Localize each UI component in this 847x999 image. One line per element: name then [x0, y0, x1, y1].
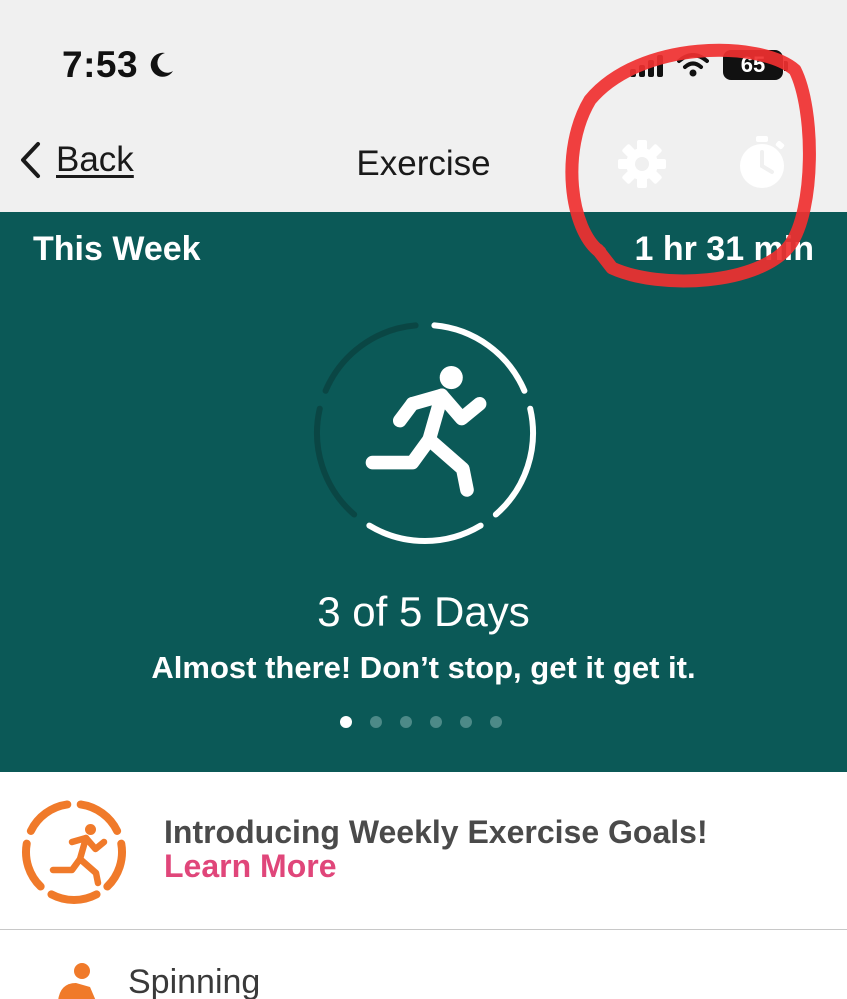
page-dot[interactable] — [340, 716, 352, 728]
header-area: 7:53 65 Back Exercise — [0, 0, 847, 212]
learn-more-link[interactable]: Learn More — [164, 848, 336, 885]
page-indicator[interactable] — [340, 716, 502, 728]
motivation-message: Almost there! Don’t stop, get it get it. — [151, 650, 696, 685]
weekly-goals-promo[interactable]: Introducing Weekly Exercise Goals! Learn… — [0, 772, 847, 930]
battery-level: 65 — [740, 52, 766, 77]
days-progress-text: 3 of 5 Days — [317, 588, 530, 635]
page-dot[interactable] — [370, 716, 382, 728]
ring-segment-complete — [492, 405, 536, 518]
status-time: 7:53 — [62, 44, 176, 86]
moon-icon — [150, 52, 174, 77]
progress-ring — [314, 322, 536, 544]
page-dot[interactable] — [430, 716, 442, 728]
ring-segment-complete — [22, 839, 45, 891]
promo-ring — [22, 800, 126, 904]
ring-segment-complete — [26, 800, 72, 835]
activity-label: Spinning — [128, 963, 261, 999]
exercise-goal-icon — [22, 800, 126, 904]
total-time: 1 hr 31 min — [634, 230, 814, 268]
ring-segment-complete — [366, 522, 484, 544]
period-label: This Week — [33, 230, 201, 268]
ring-segment-complete — [103, 839, 126, 891]
gear-icon[interactable] — [616, 138, 668, 190]
page-dot[interactable] — [460, 716, 472, 728]
spinning-icon — [58, 963, 96, 999]
activity-row[interactable]: Spinning — [0, 931, 847, 999]
chevron-left-icon — [21, 142, 40, 178]
cellular-signal-icon — [630, 53, 663, 77]
clock-text: 7:53 — [62, 44, 139, 85]
page-dot[interactable] — [400, 716, 412, 728]
ring-segment-complete — [47, 890, 101, 904]
status-icons: 65 — [630, 50, 788, 80]
weekly-summary-card[interactable]: This Week 1 hr 31 min 3 of 5 Days Almost… — [0, 212, 847, 772]
ring-segment-remaining — [314, 405, 358, 518]
back-button[interactable]: Back — [18, 140, 134, 180]
runner-icon — [365, 366, 487, 497]
promo-title: Introducing Weekly Exercise Goals! — [164, 814, 708, 850]
wifi-icon — [677, 53, 709, 77]
page-dot[interactable] — [490, 716, 502, 728]
stopwatch-icon[interactable] — [736, 134, 788, 190]
back-label: Back — [56, 140, 134, 179]
battery-icon: 65 — [723, 50, 788, 80]
ring-segment-remaining — [322, 322, 419, 394]
